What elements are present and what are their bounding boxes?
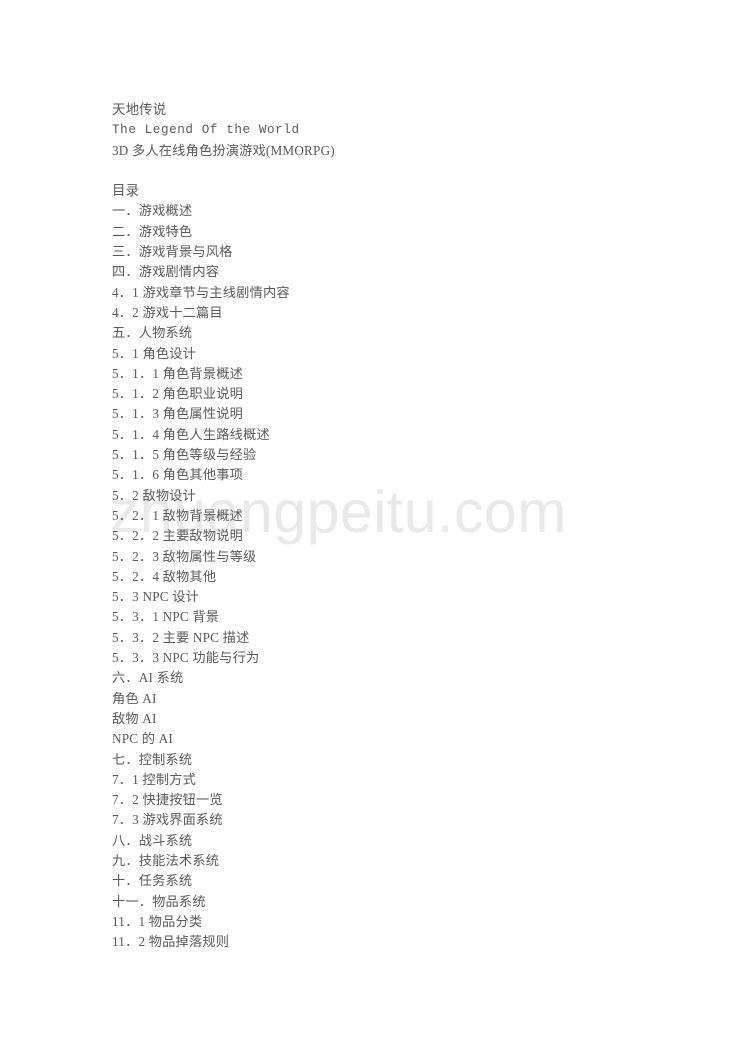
toc-entry: 九．技能法术系统 xyxy=(112,852,220,868)
toc-entry: 八．战斗系统 xyxy=(112,832,193,848)
toc-entry: 六．AI 系统 xyxy=(112,670,184,686)
toc-entry: 5．2．2 主要敌物说明 xyxy=(112,528,243,544)
toc-entry: 角色 AI xyxy=(112,690,157,706)
toc-entry: 5．1．1 角色背景概述 xyxy=(112,365,243,381)
toc-entry: 5．1．3 角色属性说明 xyxy=(112,406,243,422)
toc-entry: 5．3．2 主要 NPC 描述 xyxy=(112,629,250,645)
toc-entry: 三．游戏背景与风格 xyxy=(112,244,233,260)
toc-entry: 一．游戏概述 xyxy=(112,203,193,219)
toc-entry: 5．1．4 角色人生路线概述 xyxy=(112,426,270,442)
toc-entry: 11．1 物品分类 xyxy=(112,913,203,929)
toc-entry: 5．1 角色设计 xyxy=(112,345,197,361)
toc-entry: 五．人物系统 xyxy=(112,325,193,341)
toc-entry: 7．2 快捷按钮一览 xyxy=(112,792,223,808)
toc-entry: 5．1．5 角色等级与经验 xyxy=(112,447,257,463)
toc-entry: 5．3．1 NPC 背景 xyxy=(112,609,220,625)
toc-entry: NPC 的 AI xyxy=(112,731,173,747)
toc-entry: 5．1．2 角色职业说明 xyxy=(112,386,243,402)
toc-entry: 敌物 AI xyxy=(112,710,157,726)
document-title-english: The Legend Of the World xyxy=(112,123,300,138)
toc-entry: 四．游戏剧情内容 xyxy=(112,264,220,280)
toc-entry: 5．3 NPC 设计 xyxy=(112,589,199,605)
toc-entry: 5．3．3 NPC 功能与行为 xyxy=(112,650,260,666)
toc-entry: 7．1 控制方式 xyxy=(112,771,197,787)
toc-entry: 4．1 游戏章节与主线剧情内容 xyxy=(112,284,290,300)
toc-entry: 4．2 游戏十二篇目 xyxy=(112,304,223,320)
toc-entry: 5．2．4 敌物其他 xyxy=(112,568,217,584)
document-subtitle: 3D 多人在线角色扮演游戏(MMORPG) xyxy=(112,142,335,158)
toc-entry: 11．2 物品掉落规则 xyxy=(112,934,230,950)
document-title-chinese: 天地传说 xyxy=(112,102,167,117)
document-page: zhuangpeitu.com 天地传说 The Legend Of the W… xyxy=(0,0,744,1052)
toc-entry: 七．控制系统 xyxy=(112,751,193,767)
document-content: 天地传说 The Legend Of the World 3D 多人在线角色扮演… xyxy=(112,100,672,952)
toc-entry: 十一．物品系统 xyxy=(112,893,206,909)
toc-entry: 5．2．3 敌物属性与等级 xyxy=(112,548,257,564)
toc-entry: 5．2 敌物设计 xyxy=(112,487,197,503)
toc-list: 一．游戏概述 二．游戏特色三．游戏背景与风格 四．游戏剧情内容 4．1 游戏章节与主线… xyxy=(112,201,672,952)
toc-heading: 目录 xyxy=(112,183,140,199)
toc-entry: 7．3 游戏界面系统 xyxy=(112,812,223,828)
toc-entry: 十．任务系统 xyxy=(112,873,193,889)
toc-entry: 5．1．6 角色其他事项 xyxy=(112,467,243,483)
toc-entry: 5．2．1 敌物背景概述 xyxy=(112,507,243,523)
toc-entry: 二．游戏特色 xyxy=(112,223,193,239)
